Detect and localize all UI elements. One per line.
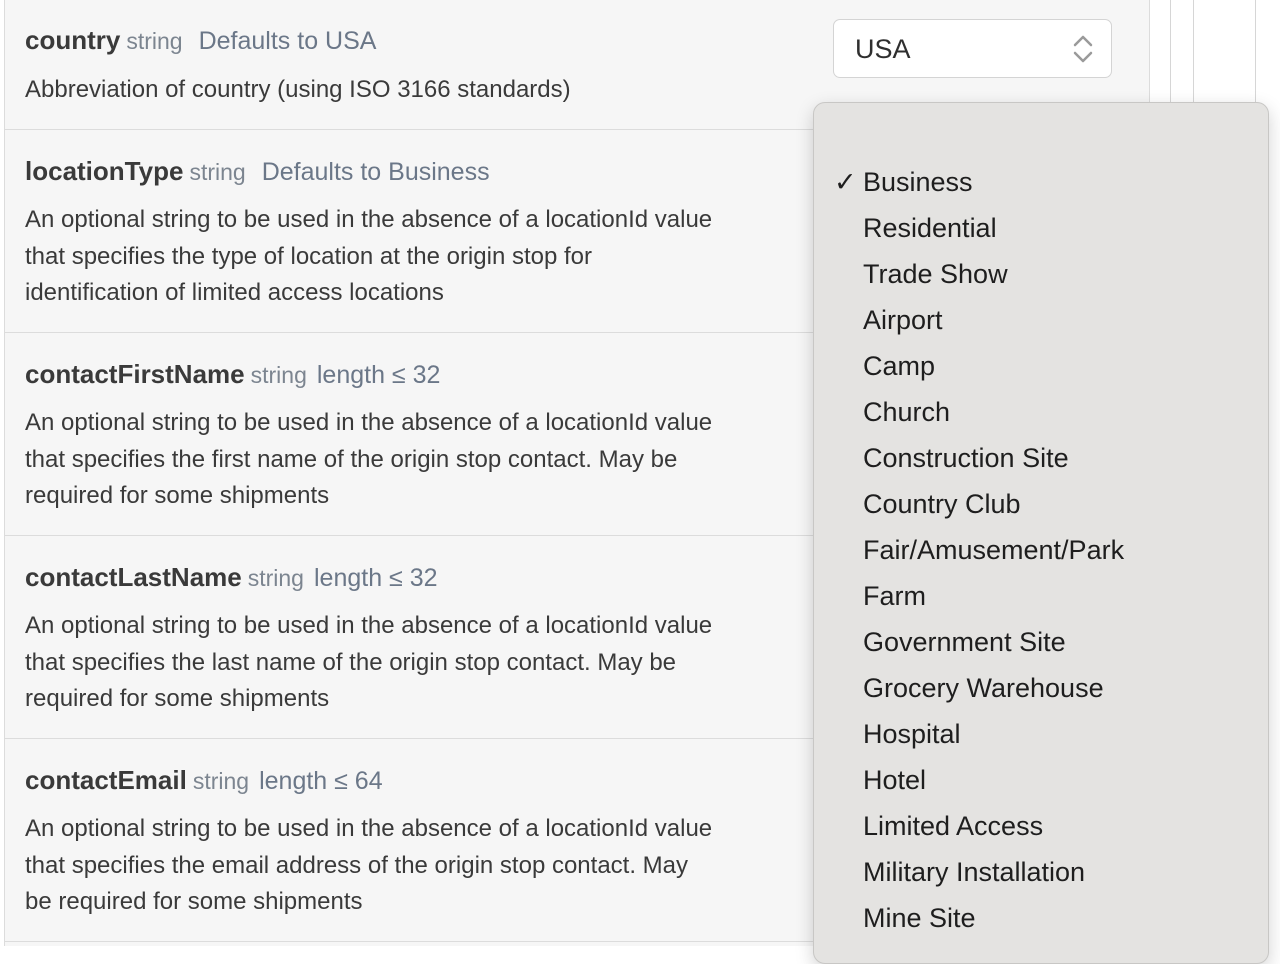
param-description: An optional string to be used in the abs…: [25, 206, 713, 306]
divider: [1170, 0, 1171, 108]
param-name: contactFirstName: [25, 359, 245, 389]
option-label: Trade Show: [863, 259, 1008, 289]
param-description: Abbreviation of country (using ISO 3166 …: [25, 76, 571, 103]
param-constraint: length ≤ 32: [316, 361, 441, 389]
param-description: An optional string to be used in the abs…: [25, 815, 713, 915]
dropdown-option[interactable]: Camp: [814, 343, 1268, 389]
option-label: Hospital: [863, 719, 961, 749]
divider: [1255, 0, 1256, 108]
param-type: string: [250, 362, 307, 388]
param-header: locationType string Defaults to Business: [25, 156, 490, 187]
option-label: Government Site: [863, 627, 1066, 657]
option-label: Airport: [863, 305, 943, 335]
dropdown-option[interactable]: Hotel: [814, 757, 1268, 803]
country-select[interactable]: USA: [833, 19, 1112, 78]
param-name: country: [25, 25, 121, 55]
param-type: string: [247, 565, 304, 591]
option-label: Fair/Amusement/Park: [863, 535, 1125, 565]
param-constraint: length ≤ 32: [313, 564, 438, 592]
option-label: Camp: [863, 351, 936, 381]
dropdown-option[interactable]: Military Installation: [814, 849, 1268, 895]
option-label: Country Club: [863, 489, 1021, 519]
param-constraint: length ≤ 64: [259, 767, 383, 795]
option-label: Hotel: [863, 765, 927, 795]
check-icon: ✓: [834, 167, 857, 197]
dropdown-option[interactable]: ✓ Business: [814, 159, 1268, 205]
dropdown-option[interactable]: Grocery Warehouse: [814, 665, 1268, 711]
param-default: Defaults to USA: [198, 27, 377, 55]
dropdown-option[interactable]: Airport: [814, 297, 1268, 343]
option-label: Grocery Warehouse: [863, 673, 1104, 703]
param-default: Defaults to Business: [261, 158, 490, 186]
dropdown-option[interactable]: Residential: [814, 205, 1268, 251]
param-description: An optional string to be used in the abs…: [25, 409, 713, 509]
option-label: Farm: [863, 581, 926, 611]
dropdown-option[interactable]: Trade Show: [814, 251, 1268, 297]
dropdown-option[interactable]: Construction Site: [814, 435, 1268, 481]
dropdown-option[interactable]: Fair/Amusement/Park: [814, 527, 1268, 573]
option-label: Business: [863, 167, 973, 197]
option-label: Mine Site: [863, 903, 976, 933]
param-type: string: [126, 28, 183, 54]
param-header: contactFirstName string length ≤ 32: [25, 359, 440, 390]
location-type-dropdown[interactable]: ✓ Business Residential Trade Show Airport…: [813, 102, 1269, 964]
country-select-value: USA: [855, 34, 911, 64]
option-label: Residential: [863, 213, 997, 243]
param-header: contactEmail string length ≤ 64: [25, 765, 383, 796]
dropdown-option[interactable]: Farm: [814, 573, 1268, 619]
dropdown-option[interactable]: Mine Site: [814, 895, 1268, 941]
param-name: locationType: [25, 156, 184, 186]
option-label: Limited Access: [863, 811, 1044, 841]
up-down-chevron-icon: [1072, 33, 1094, 70]
divider: [1193, 0, 1194, 108]
dropdown-option[interactable]: Church: [814, 389, 1268, 435]
param-header: contactLastName string length ≤ 32: [25, 562, 438, 593]
option-label: Church: [863, 397, 951, 427]
dropdown-option[interactable]: Country Club: [814, 481, 1268, 527]
dropdown-option[interactable]: Hospital: [814, 711, 1268, 757]
param-name: contactLastName: [25, 562, 242, 592]
option-label: Construction Site: [863, 443, 1069, 473]
param-type: string: [192, 768, 250, 794]
param-description: An optional string to be used in the abs…: [25, 612, 713, 712]
option-label: Military Installation: [863, 857, 1086, 887]
dropdown-option[interactable]: Government Site: [814, 619, 1268, 665]
param-type: string: [189, 159, 246, 185]
param-name: contactEmail: [25, 765, 187, 795]
dropdown-option[interactable]: Limited Access: [814, 803, 1268, 849]
param-header: country string Defaults to USA: [25, 25, 376, 56]
